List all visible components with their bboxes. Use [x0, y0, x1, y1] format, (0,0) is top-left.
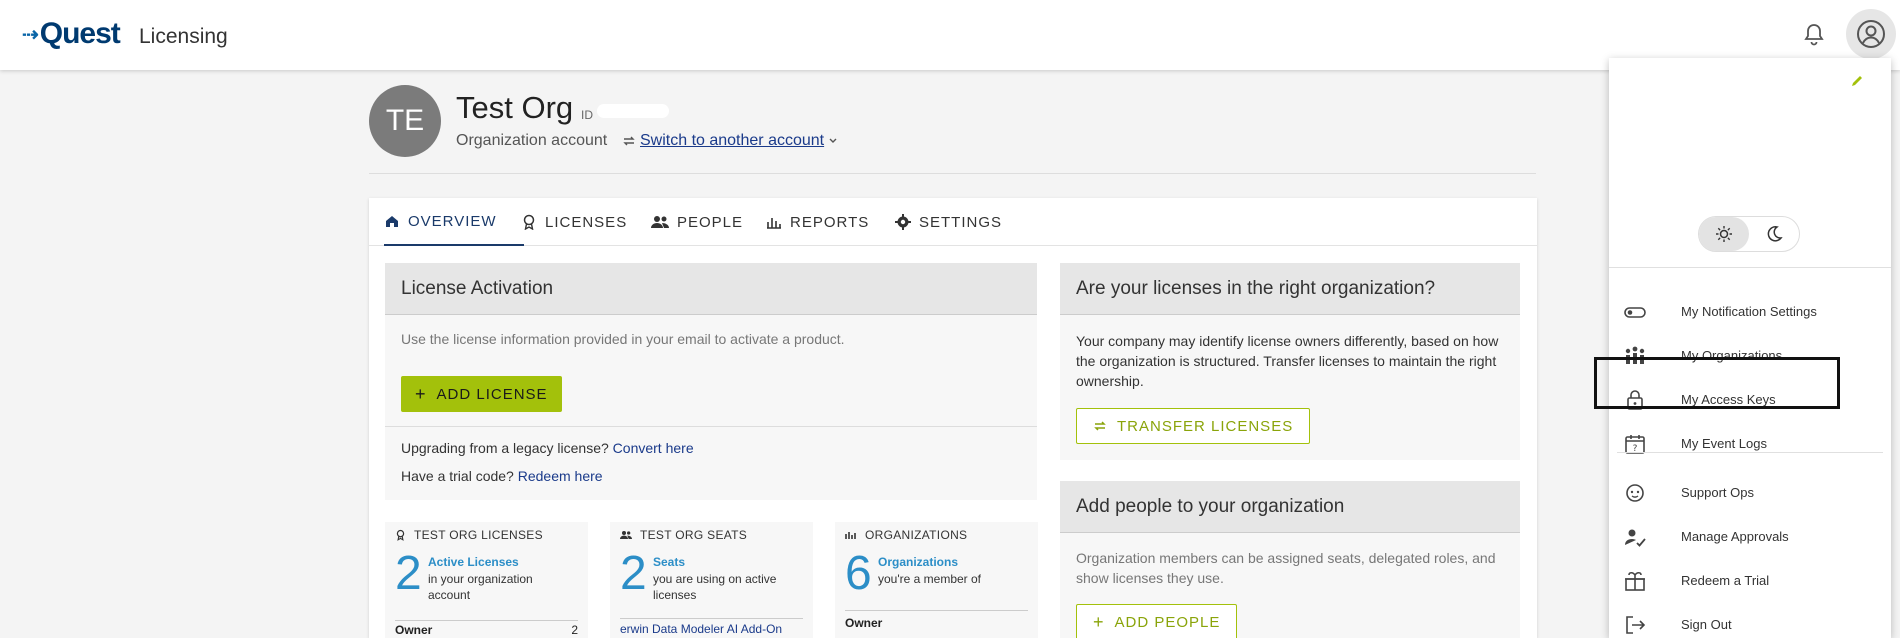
stat-title: ORGANIZATIONS: [865, 528, 968, 542]
sun-icon: [1716, 226, 1732, 242]
add-people-button[interactable]: + ADD PEOPLE: [1076, 604, 1238, 638]
transfer-licenses-button[interactable]: TRANSFER LICENSES: [1076, 408, 1311, 444]
organizations-icon: [845, 532, 856, 539]
license-badge-icon: [396, 529, 405, 541]
right-organization-description: Your company may identify license owners…: [1076, 333, 1499, 389]
license-activation-title: License Activation: [385, 263, 1037, 315]
stat-description: you're a member of: [878, 572, 982, 586]
seat-product-link[interactable]: erwin Data Modeler AI Add-On: [620, 622, 782, 636]
stat-number: 2: [395, 547, 422, 600]
active-licenses-link[interactable]: Active Licenses: [428, 555, 519, 569]
menu-divider: [1609, 267, 1891, 268]
stat-title: TEST ORG LICENSES: [414, 528, 543, 542]
reports-icon: [767, 218, 781, 229]
legacy-license-row: Upgrading from a legacy license? Convert…: [401, 440, 694, 456]
convert-here-link[interactable]: Convert here: [613, 440, 694, 456]
org-id-label: ID: [581, 108, 593, 122]
tab-licenses[interactable]: LICENSES: [521, 198, 627, 246]
trial-code-row: Have a trial code? Redeem here: [401, 468, 603, 484]
notifications-bell-icon[interactable]: [1802, 22, 1826, 48]
quest-logo[interactable]: ⇢ Quest: [22, 17, 121, 51]
stat-number: 6: [845, 547, 872, 600]
toggle-icon: [1624, 307, 1646, 318]
org-id-value: [597, 104, 669, 118]
header-divider: [369, 173, 1536, 174]
user-circle-icon: [1857, 20, 1885, 48]
stat-number: 2: [620, 547, 647, 600]
org-type: Organization account: [456, 132, 608, 149]
stat-divider: [395, 620, 578, 621]
user-menu-dropdown: My Notification Settings My Organization…: [1609, 58, 1891, 638]
stat-foot-value: 2: [571, 623, 578, 637]
main-card: OVERVIEW LICENSES PEOPLE REPORTS SETTING…: [369, 198, 1537, 638]
app-name: Licensing: [139, 25, 228, 48]
switch-account-link[interactable]: Switch to another account: [622, 132, 838, 150]
stat-divider: [620, 618, 803, 619]
menu-item-redeem-trial[interactable]: Redeem a Trial: [1609, 563, 1891, 599]
approval-icon: [1625, 529, 1646, 547]
edit-pencil-icon[interactable]: [1850, 74, 1864, 93]
menu-item-support-ops[interactable]: Support Ops: [1609, 475, 1891, 511]
license-badge-icon: [523, 214, 535, 230]
seats-link[interactable]: Seats: [653, 555, 685, 569]
stat-description: in your organization account: [428, 572, 533, 602]
license-activation-panel: License Activation Use the license infor…: [385, 263, 1037, 500]
menu-item-sign-out[interactable]: Sign Out: [1609, 607, 1891, 638]
logo-arrow-icon: ⇢: [22, 23, 39, 46]
chevron-down-icon: [829, 138, 837, 143]
support-icon: [1626, 484, 1644, 502]
tab-bar: OVERVIEW LICENSES PEOPLE REPORTS SETTING…: [369, 198, 1537, 246]
redeem-here-link[interactable]: Redeem here: [518, 468, 603, 484]
people-icon: [651, 216, 669, 228]
tab-people[interactable]: PEOPLE: [651, 198, 743, 246]
menu-item-notification-settings[interactable]: My Notification Settings: [1609, 294, 1891, 330]
user-menu-button[interactable]: [1846, 9, 1896, 59]
access-keys-highlight-box: [1594, 357, 1840, 409]
organizations-link[interactable]: Organizations: [878, 555, 958, 569]
panel-divider: [385, 426, 1037, 427]
tab-reports[interactable]: REPORTS: [766, 198, 869, 246]
menu-item-manage-approvals[interactable]: Manage Approvals: [1609, 519, 1891, 555]
moon-icon: [1767, 226, 1783, 242]
gear-icon: [895, 214, 911, 230]
switch-arrows-icon: [623, 136, 635, 146]
licenses-stat-card: TEST ORG LICENSES 2 Active Licenses in y…: [385, 522, 588, 638]
stat-foot-label: Owner: [845, 616, 883, 630]
stat-foot-label: Owner: [395, 623, 433, 637]
gift-icon: [1625, 571, 1645, 591]
transfer-arrows-icon: [1094, 421, 1106, 431]
right-organization-panel: Are your licenses in the right organizat…: [1060, 263, 1520, 460]
add-license-button[interactable]: + ADD LICENSE: [401, 376, 562, 412]
plus-icon: +: [415, 383, 427, 404]
light-mode-button[interactable]: [1699, 217, 1749, 251]
menu-divider: [1617, 452, 1883, 453]
dark-mode-button[interactable]: [1749, 217, 1799, 251]
menu-item-my-event-logs[interactable]: ? My Event Logs: [1609, 426, 1891, 462]
plus-icon: +: [1093, 611, 1105, 632]
stat-divider: [845, 610, 1028, 611]
license-activation-description: Use the license information provided in …: [401, 331, 845, 347]
add-people-title: Add people to your organization: [1060, 481, 1520, 533]
tab-overview[interactable]: OVERVIEW: [384, 198, 524, 246]
org-name: Test Org: [456, 90, 574, 125]
home-icon: [386, 216, 398, 227]
tab-settings[interactable]: SETTINGS: [895, 198, 1002, 246]
theme-toggle: [1698, 216, 1800, 252]
sign-out-icon: [1626, 616, 1646, 634]
add-people-description: Organization members can be assigned sea…: [1076, 550, 1496, 586]
stat-description: you are using on active licenses: [653, 572, 777, 602]
stat-title: TEST ORG SEATS: [640, 528, 748, 542]
org-avatar: TE: [369, 85, 441, 157]
people-icon: [620, 531, 632, 539]
right-organization-title: Are your licenses in the right organizat…: [1060, 263, 1520, 315]
organizations-stat-card: ORGANIZATIONS 6 Organizations you're a m…: [835, 522, 1038, 638]
seats-stat-card: TEST ORG SEATS 2 Seats you are using on …: [610, 522, 813, 638]
add-people-panel: Add people to your organization Organiza…: [1060, 481, 1520, 638]
logo-text: Quest: [39, 17, 121, 50]
